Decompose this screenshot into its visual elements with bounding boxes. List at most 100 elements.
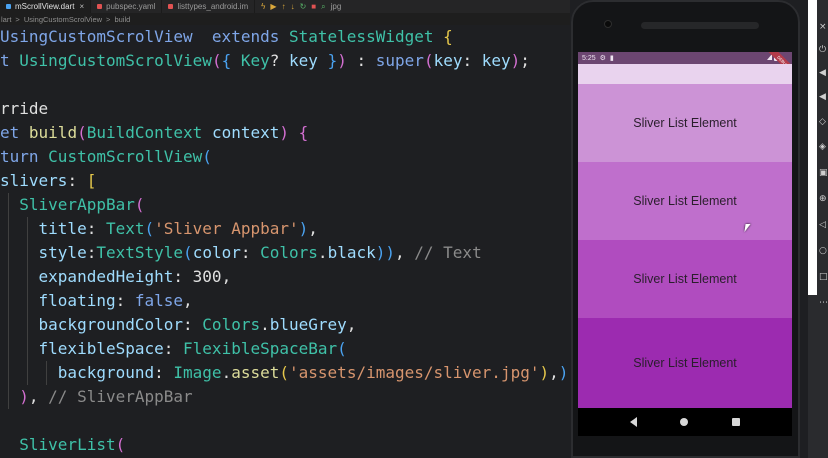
code-token: t	[0, 51, 10, 70]
code-token: .	[260, 315, 270, 334]
back-icon[interactable]	[629, 417, 637, 427]
lightning-icon[interactable]: ϟ	[261, 2, 265, 12]
code-editor[interactable]: UsingCustomScrolView extends StatelessWi…	[0, 25, 570, 458]
recent-apps-icon[interactable]	[732, 418, 741, 426]
code-token: blueGrey	[269, 315, 347, 334]
home-icon[interactable]	[680, 418, 689, 426]
code-token: :	[67, 171, 87, 190]
toolbar-extra-label: jpg	[330, 1, 342, 11]
overview-icon[interactable]: □	[819, 272, 828, 282]
zoom-icon[interactable]: ⊕	[819, 194, 828, 204]
code-token: ;	[520, 51, 530, 70]
close-icon[interactable]: ×	[819, 22, 828, 32]
code-token: 300	[192, 267, 222, 286]
rotate-left-icon[interactable]: ◇	[819, 117, 828, 127]
code-token: :	[462, 51, 482, 70]
stop-icon[interactable]: ■	[311, 2, 316, 12]
code-token: color	[192, 243, 241, 262]
sliver-list-element[interactable]: Sliver List Element	[578, 162, 792, 240]
status-bar: 5:25 ⚙ ▮	[578, 52, 792, 64]
sim-icon: ▮	[609, 55, 614, 62]
code-token: :	[86, 219, 106, 238]
editor-tab[interactable]: mScrollView.dart ×	[0, 0, 92, 13]
breadcrumb-item[interactable]: UsingCustomScrolView	[24, 15, 102, 24]
speaker-grille	[641, 22, 759, 29]
code-line: title: Text('Sliver Appbar'),	[0, 217, 318, 241]
arrow-down-icon[interactable]: ↓	[291, 2, 295, 12]
sliver-list-element[interactable]: Sliver List Element	[578, 318, 792, 408]
power-icon[interactable]: ⏻	[819, 45, 828, 55]
code-token: key	[289, 51, 318, 70]
code-token: {	[298, 123, 309, 142]
emulator-screen[interactable]: 5:25 ⚙ ▮ DEBUG Sliver List Element Sliver…	[578, 52, 792, 408]
back-icon[interactable]: ◁	[819, 220, 828, 230]
code-line: turn CustomScrollView(	[0, 145, 212, 169]
code-line: background: Image.asset('assets/images/s…	[0, 361, 570, 385]
side-window-edge	[808, 0, 817, 295]
code-token: Image	[173, 363, 222, 382]
code-token: flexibleSpace	[38, 339, 164, 358]
code-token: )	[539, 363, 550, 382]
code-token: turn	[0, 147, 39, 166]
code-token: context	[211, 123, 280, 142]
code-line: flexibleSpace: FlexibleSpaceBar(	[0, 337, 347, 361]
editor-tab[interactable]: pubspec.yaml	[91, 0, 163, 13]
code-token: )	[337, 51, 347, 70]
breadcrumb-separator: >	[15, 14, 20, 24]
code-line: rride	[0, 97, 48, 121]
arrow-up-icon[interactable]: ↑	[282, 2, 286, 12]
close-tab-icon[interactable]: ×	[79, 2, 84, 11]
emulator-side-toolbar: × ⏻ ◀ ◀ ◇ ◈ ▣ ⊕ ◁ ○ □ ⋯	[808, 0, 828, 458]
code-token: FlexibleSpaceBar	[183, 339, 338, 358]
code-line: floating: false,	[0, 289, 193, 313]
code-token: (	[134, 195, 145, 214]
code-token: ,	[549, 363, 559, 382]
search-icon[interactable]: ⌕	[321, 2, 325, 12]
sliver-list-element[interactable]: Sliver List Element	[578, 240, 792, 318]
code-token: UsingCustomScrolView	[19, 51, 212, 70]
code-token: Key	[240, 51, 270, 70]
code-token: asset	[231, 363, 280, 382]
sliver-list-element-label: Sliver List Element	[633, 356, 737, 370]
code-token: false	[134, 291, 184, 310]
more-icon[interactable]: ⋯	[819, 298, 828, 308]
code-token: extends	[211, 27, 280, 46]
code-token: )	[298, 219, 309, 238]
code-token: (	[211, 51, 222, 70]
code-token: :	[240, 243, 261, 262]
code-token: (	[115, 435, 126, 454]
code-line: UsingCustomScrolView extends StatelessWi…	[0, 25, 453, 49]
code-line: ), // SliverAppBar	[0, 385, 192, 409]
breadcrumb-item[interactable]: build	[114, 15, 130, 24]
code-token: (	[202, 147, 212, 166]
code-token: .	[317, 243, 328, 262]
code-token: ,	[28, 387, 49, 406]
volume-down-icon[interactable]: ◀	[819, 92, 828, 102]
editor-tab[interactable]: listtypes_android.im	[162, 0, 256, 13]
play-icon[interactable]: ▶	[270, 2, 276, 12]
refresh-icon[interactable]: ↻	[300, 2, 307, 12]
code-line: slivers: [	[0, 169, 96, 193]
code-token: ))	[375, 243, 395, 262]
code-token: TextStyle	[96, 243, 184, 262]
breadcrumb-item[interactable]: lart	[1, 15, 11, 24]
code-token: 'Sliver Appbar'	[154, 219, 299, 238]
file-type-icon	[97, 4, 103, 9]
home-icon[interactable]: ○	[819, 246, 828, 256]
code-token: ?	[269, 51, 290, 70]
rotate-right-icon[interactable]: ◈	[819, 142, 828, 152]
code-line: backgroundColor: Colors.blueGrey,	[0, 313, 357, 337]
code-token: ,	[568, 363, 570, 382]
code-token: (	[144, 219, 155, 238]
sliver-list-element[interactable]: Sliver List Element	[578, 84, 792, 162]
volume-up-icon[interactable]: ◀	[819, 68, 828, 78]
screenshot-icon[interactable]: ▣	[819, 168, 828, 178]
